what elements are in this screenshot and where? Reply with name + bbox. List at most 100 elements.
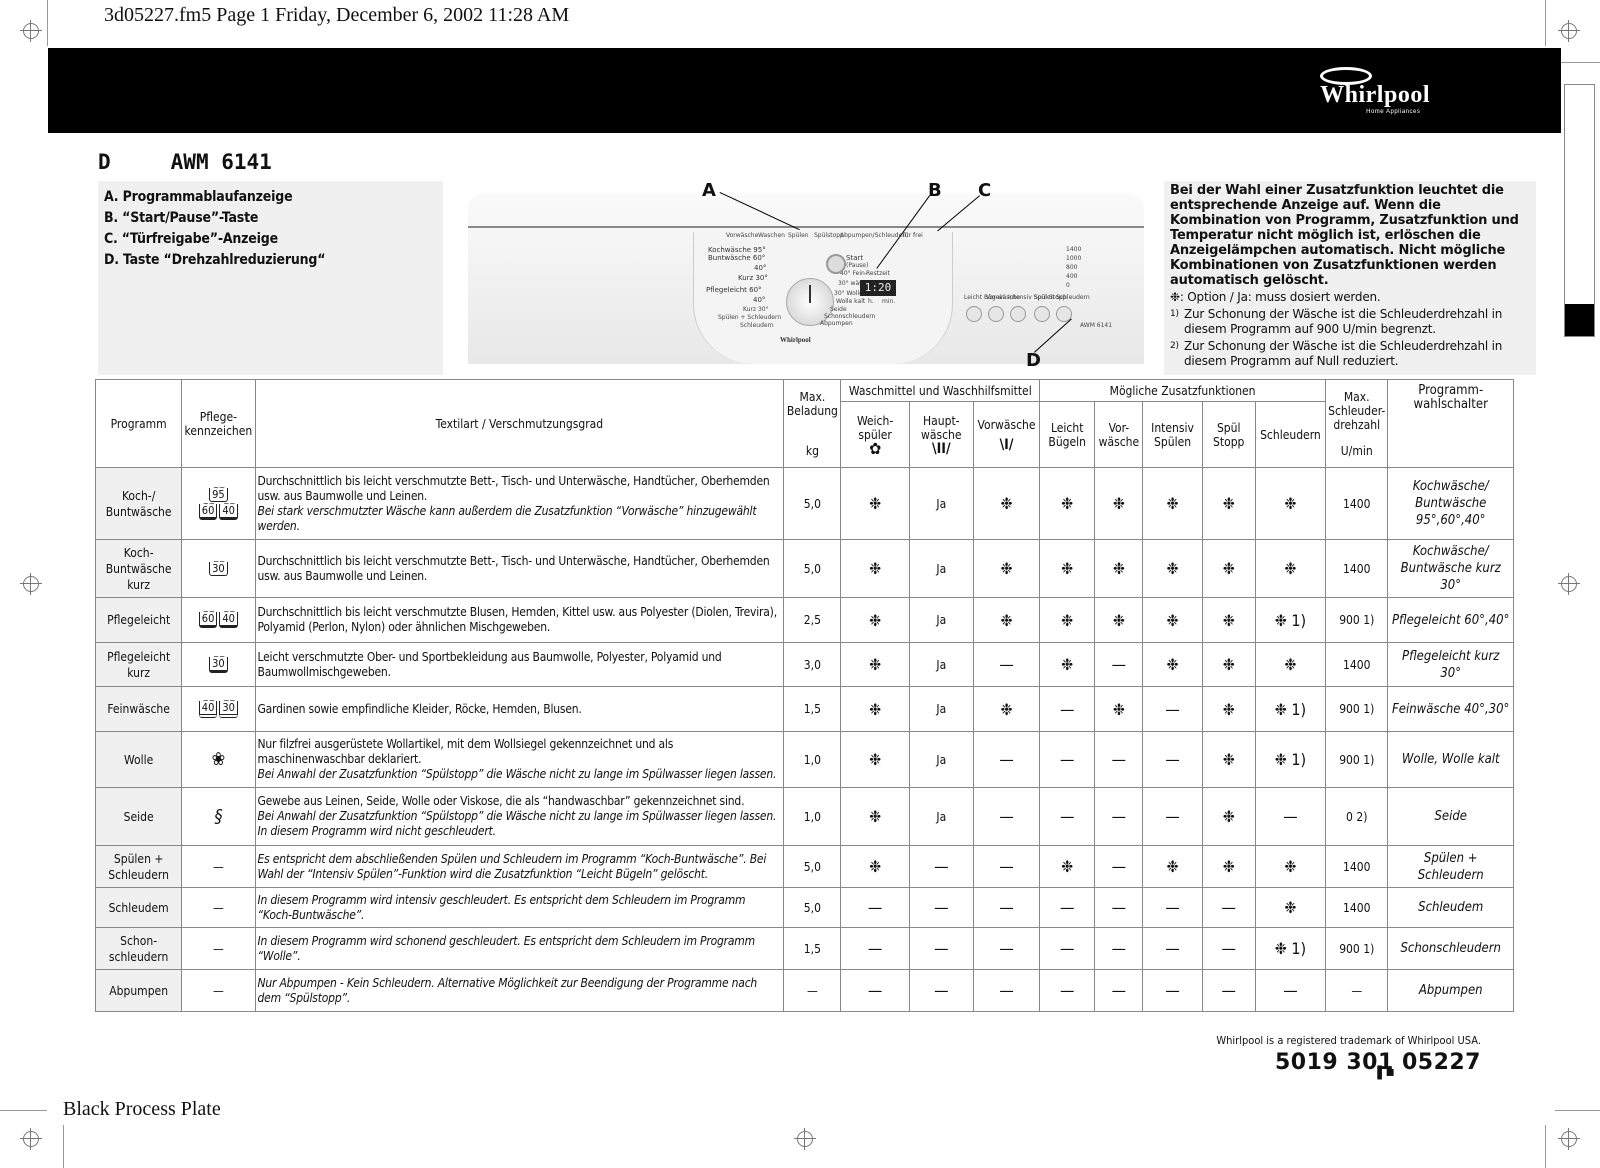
cell-spuel-stopp: ❉ — [1201, 539, 1256, 598]
speed-option: 800 — [1066, 264, 1078, 271]
table-row: Spülen + Schleudern — Es entspricht dem ab… — [94, 845, 1514, 888]
cell-spuel-stopp: — — [1201, 969, 1256, 1012]
hauptwaesche-label: Haupt-wäsche — [921, 413, 962, 442]
max-load: 1,5 — [783, 686, 842, 732]
max-spin-speed: 1400 — [1325, 887, 1389, 928]
care-symbols: 4030 — [181, 686, 256, 732]
wool-seal-icon: ❀ — [211, 749, 226, 770]
program-name: Wolle — [94, 731, 183, 788]
cell-hauptwaesche: Ja — [908, 597, 974, 643]
header-pflege: Pflege-kennzeichen — [181, 379, 256, 468]
trim-line — [47, 0, 48, 46]
cell-intensiv-spuelen: — — [1142, 731, 1203, 788]
cell-vorwaesche: — — [972, 731, 1041, 788]
textile-description: Es entspricht dem abschließenden Spülen … — [254, 845, 785, 888]
description-text: Durchschnittlich bis leicht verschmutzte… — [257, 553, 770, 583]
leicht-buegeln-button — [966, 306, 982, 322]
program-name: Abpumpen — [94, 969, 183, 1012]
wash-temp-40-icon: 40 — [219, 605, 238, 628]
description-text: Leicht verschmutzte Ober- und Sportbekle… — [257, 649, 722, 679]
print-job-header: 3d05227.fm5 Page 1 Friday, December 6, 2… — [104, 4, 570, 26]
cell-vorwaesche: — — [972, 642, 1041, 687]
wash-temp-60-icon: 60 — [198, 497, 218, 520]
option-button-label: Schleudern — [1056, 294, 1090, 301]
start-label: Start — [846, 254, 864, 262]
registration-mark-left-middle — [20, 573, 42, 595]
registration-mark-top-right — [1558, 20, 1580, 42]
cell-spuel-stopp: ❉ — [1201, 467, 1256, 540]
cell-weichspueler: ❉ — [840, 539, 910, 598]
cell-intensiv-spuelen: — — [1142, 969, 1203, 1012]
footnote-2: 2) Zur Schonung der Wäsche ist die Schleu… — [1164, 339, 1536, 369]
program-selector-position: Schleudem — [1387, 887, 1514, 928]
header-beladung: Max. Beladung kg — [783, 379, 842, 468]
cell-weichspueler: ❉ — [840, 686, 910, 732]
program-selector-position: Abpumpen — [1387, 969, 1514, 1012]
cell-vor-waesche: ❉ — [1094, 686, 1144, 732]
program-name: Koch-/ Buntwäsche — [94, 467, 183, 540]
max-spin-speed: 900 1) — [1325, 597, 1389, 643]
legend-item-a: A. Programmablaufanzeige — [104, 189, 293, 205]
textile-description: Leicht verschmutzte Ober- und Sportbekle… — [254, 642, 785, 687]
cell-vor-waesche: — — [1094, 642, 1144, 687]
registration-mark-bottom-center — [794, 1128, 816, 1150]
cell-leicht-buegeln: — — [1039, 686, 1096, 732]
care-symbols: — — [181, 969, 256, 1012]
cell-hauptwaesche: — — [908, 927, 974, 970]
cell-leicht-buegeln: — — [1039, 969, 1096, 1012]
model-code: AWM 6141 — [170, 150, 272, 174]
header-zusatz-group: Mögliche Zusatzfunktionen — [1039, 379, 1327, 402]
program-name: Seide — [94, 787, 183, 846]
cell-spuel-stopp: ❉ — [1201, 642, 1256, 687]
cell-schleudern: ❉ 1) — [1254, 597, 1327, 643]
cell-intensiv-spuelen: ❉ — [1142, 597, 1203, 643]
program-selector-position: Feinwäsche 40°,30° — [1387, 686, 1514, 732]
brand-name: Whirlpool — [1320, 82, 1430, 108]
description-text: Durchschnittlich bis leicht verschmutzte… — [257, 605, 778, 634]
max-spin-speed: 1400 — [1325, 642, 1389, 687]
cell-weichspueler: ❉ — [840, 642, 910, 687]
dial-label: Abpumpen — [820, 320, 853, 327]
max-load: 2,5 — [783, 597, 842, 643]
cell-spuel-stopp: — — [1201, 887, 1256, 928]
cell-spuel-stopp: ❉ — [1201, 787, 1256, 846]
program-name: Spülen + Schleudern — [94, 845, 183, 888]
trim-line — [1545, 1125, 1546, 1168]
header-drehzahl: Max. Schleuder-drehzahl U/min — [1325, 379, 1389, 468]
program-name: Koch-Buntwäsche kurz — [94, 539, 183, 598]
dial-label: Kurz 30° — [738, 274, 768, 282]
max-spin-speed: 1400 — [1325, 539, 1389, 598]
cell-vorwaesche: — — [972, 969, 1041, 1012]
panel-edge — [468, 226, 1144, 228]
cell-spuel-stopp: ❉ — [1201, 731, 1256, 788]
brand-subline: Home Appliances — [1366, 109, 1421, 115]
max-spin-speed: 1400 — [1325, 845, 1389, 888]
program-selector-position: Pflegeleicht 60°,40° — [1387, 597, 1514, 643]
table-row: Feinwäsche4030Gardinen sowie empfindlich… — [94, 686, 1514, 732]
cell-hauptwaesche: Ja — [908, 686, 974, 732]
max-load: 1,0 — [783, 787, 842, 846]
phase-light-label: Spülen — [788, 232, 809, 239]
footnote-1: 1) Zur Schonung der Wäsche ist die Schleu… — [1164, 307, 1536, 337]
language-thumb-tab — [1564, 84, 1595, 337]
speed-option: 400 — [1066, 273, 1078, 280]
care-symbols: 30 — [181, 539, 256, 598]
cell-leicht-buegeln: — — [1039, 731, 1096, 788]
speed-option: 1400 — [1066, 246, 1082, 253]
program-selector-position: Kochwäsche/ Buntwäsche kurz 30° — [1387, 539, 1514, 598]
cell-intensiv-spuelen: — — [1142, 887, 1203, 928]
remaining-time-display: 1:20 — [860, 280, 896, 296]
max-load: 5,0 — [783, 887, 842, 928]
description-text: Durchschnittlich bis leicht verschmutzte… — [257, 473, 770, 503]
registration-mark-right-middle — [1558, 573, 1580, 595]
beladung-unit: kg — [805, 443, 819, 458]
program-selector-position: Spülen + Schleudern — [1387, 845, 1514, 888]
table-row: Schleudem — In diesem Programm wird intens… — [94, 887, 1514, 928]
cell-leicht-buegeln: ❉ — [1039, 845, 1096, 888]
cell-intensiv-spuelen: ❉ — [1142, 539, 1203, 598]
cell-weichspueler: ❉ — [840, 597, 910, 643]
header-leicht-buegeln: Leicht Bügeln — [1039, 401, 1096, 468]
cell-weichspueler: ❉ — [840, 467, 910, 540]
header-spuel-stopp: Spül Stopp — [1201, 401, 1256, 468]
notes-bold-text: Bei der Wahl einer Zusatzfunktion leucht… — [1170, 183, 1519, 288]
